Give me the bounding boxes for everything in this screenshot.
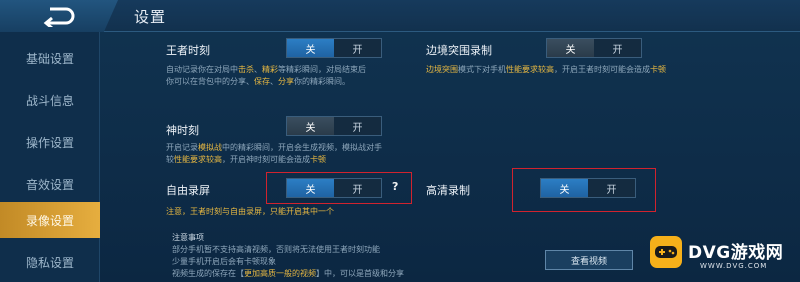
- sidebar-item-sound[interactable]: 音效设置: [0, 166, 100, 202]
- free-record-description: 注意，王者时刻与自由录屏，只能开启其中一个: [166, 207, 334, 216]
- edge-record-toggle[interactable]: 关 开: [546, 38, 642, 58]
- toggle-off-option[interactable]: 关: [547, 39, 594, 57]
- hd-record-toggle[interactable]: 关 开: [540, 178, 636, 198]
- sidebar-item-battle-info[interactable]: 战斗信息: [0, 82, 100, 118]
- watermark-logo: DVG游戏网 WWW.DVG.COM: [644, 232, 800, 282]
- sidebar-item-basic[interactable]: 基础设置: [0, 40, 100, 76]
- view-video-button[interactable]: 查看视频: [545, 250, 633, 270]
- toggle-off-option[interactable]: 关: [287, 179, 334, 197]
- toggle-on-option[interactable]: 开: [334, 179, 381, 197]
- king-moment-description: 自动记录你在对局中击杀、精彩等精彩瞬间，对局结束后 你可以在背包中的分享、保存、…: [166, 65, 366, 86]
- toggle-off-option[interactable]: 关: [287, 117, 334, 135]
- god-moment-description: 开启记录模拟战中的精彩瞬间，开启会生成视频，模拟战对手 较性能要求较高，开启神时…: [166, 143, 382, 164]
- sidebar-item-label: 隐私设置: [25, 255, 74, 270]
- sidebar-item-controls[interactable]: 操作设置: [0, 124, 100, 160]
- hd-record-label: 高清录制: [426, 184, 470, 197]
- sidebar-item-label: 基础设置: [25, 51, 74, 66]
- toggle-on-option[interactable]: 开: [334, 39, 381, 57]
- page-title: 设置: [134, 8, 167, 26]
- god-moment-label: 神时刻: [166, 124, 199, 137]
- toggle-off-option[interactable]: 关: [541, 179, 588, 197]
- edge-record-description: 边境突围模式下对手机性能要求较高，开启王者时刻可能会造成卡顿: [426, 65, 666, 74]
- king-moment-toggle[interactable]: 关 开: [286, 38, 382, 58]
- free-record-label: 自由录屏: [166, 184, 210, 197]
- sidebar-item-label: 音效设置: [25, 177, 74, 192]
- sidebar: 基础设置 战斗信息 操作设置 音效设置 录像设置 隐私设置: [0, 32, 100, 282]
- king-moment-label: 王者时刻: [166, 44, 210, 57]
- watermark-brand: DVG游戏网: [688, 243, 784, 263]
- toggle-on-option[interactable]: 开: [334, 117, 381, 135]
- help-icon[interactable]: ?: [392, 180, 398, 193]
- sidebar-item-privacy[interactable]: 隐私设置: [0, 244, 100, 280]
- free-record-toggle[interactable]: 关 开: [286, 178, 382, 198]
- sidebar-item-label: 战斗信息: [25, 93, 74, 108]
- back-button[interactable]: [0, 0, 118, 32]
- toggle-off-option[interactable]: 关: [287, 39, 334, 57]
- edge-record-label: 边境突围录制: [426, 44, 492, 57]
- toggle-on-option[interactable]: 开: [594, 39, 641, 57]
- notes-title: 注意事项: [172, 233, 204, 242]
- watermark-url: WWW.DVG.COM: [700, 262, 768, 270]
- gamepad-icon: [650, 236, 682, 268]
- toggle-on-option[interactable]: 开: [588, 179, 635, 197]
- god-moment-toggle[interactable]: 关 开: [286, 116, 382, 136]
- notes-body: 部分手机暂不支持高清视频，否则将无法使用王者时刻功能 少量手机开启后会有卡顿现象…: [172, 245, 404, 278]
- back-arrow-icon: [43, 7, 75, 27]
- sidebar-item-recording[interactable]: 录像设置: [0, 202, 100, 238]
- sidebar-item-label: 操作设置: [25, 135, 74, 150]
- top-bar: 设置: [0, 0, 800, 32]
- sidebar-item-label: 录像设置: [25, 213, 74, 228]
